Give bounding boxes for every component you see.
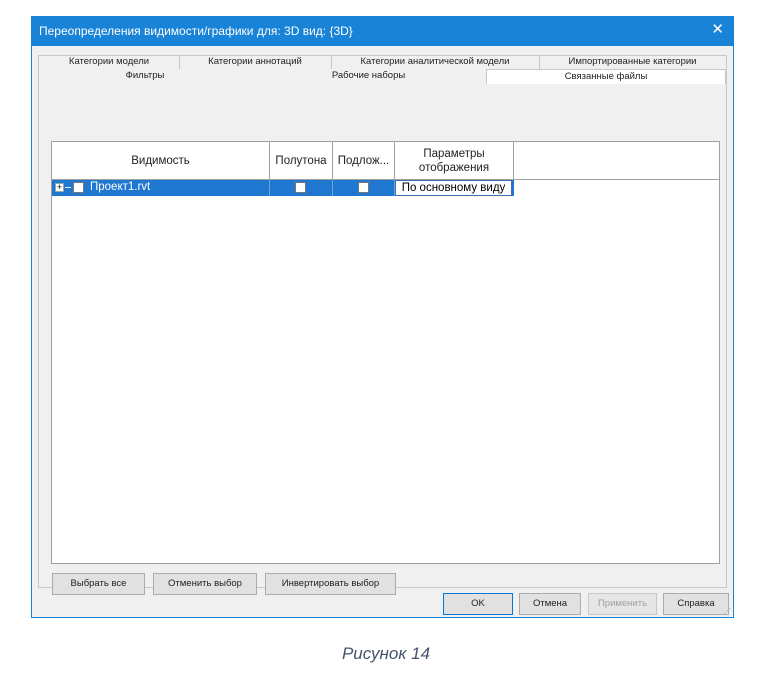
linked-file-name: Проект1.rvt: [90, 181, 151, 193]
tab-worksets[interactable]: Рабочие наборы: [251, 69, 486, 83]
help-button[interactable]: Справка: [663, 593, 729, 615]
deselect-button[interactable]: Отменить выбор: [153, 573, 257, 595]
underlay-checkbox[interactable]: [358, 182, 369, 193]
column-header-underlay[interactable]: Подлож...: [333, 142, 395, 179]
tab-analytical-model-categories[interactable]: Категории аналитической модели: [331, 55, 539, 69]
visibility-cell: + Проект1.rvt: [52, 180, 270, 196]
halftone-cell: [270, 180, 333, 196]
select-all-button[interactable]: Выбрать все: [52, 573, 145, 595]
apply-button[interactable]: Применить: [588, 593, 657, 615]
grid-header: Видимость Полутона Подлож... Параметры о…: [52, 142, 719, 180]
underlay-cell: [333, 180, 395, 196]
table-row[interactable]: + Проект1.rvt По основному виду: [52, 180, 514, 196]
tab-model-categories[interactable]: Категории модели: [39, 55, 179, 69]
visibility-graphics-dialog: Переопределения видимости/графики для: 3…: [31, 16, 734, 618]
cancel-button[interactable]: Отмена: [519, 593, 581, 615]
ok-button[interactable]: OK: [443, 593, 513, 615]
tree-connector: [65, 187, 71, 188]
tab-linked-files[interactable]: Связанные файлы: [486, 69, 726, 85]
halftone-checkbox[interactable]: [295, 182, 306, 193]
linked-files-grid: Видимость Полутона Подлож... Параметры о…: [51, 141, 720, 564]
figure-caption: Рисунок 14: [341, 644, 431, 663]
column-header-display-settings[interactable]: Параметры отображения: [395, 142, 514, 179]
tab-annotation-categories[interactable]: Категории аннотаций: [179, 55, 331, 69]
column-header-visibility[interactable]: Видимость: [52, 142, 270, 179]
dialog-title: Переопределения видимости/графики для: 3…: [39, 24, 353, 38]
expand-plus-icon[interactable]: +: [55, 183, 64, 192]
tab-control: Категории модели Категории аннотаций Кат…: [38, 55, 727, 595]
close-icon[interactable]: ✕: [711, 22, 724, 38]
display-settings-button[interactable]: По основному виду: [395, 180, 512, 196]
tab-imported-categories[interactable]: Импортированные категории: [539, 55, 726, 69]
invert-selection-button[interactable]: Инвертировать выбор: [265, 573, 396, 595]
resize-grip-icon[interactable]: ⋰: [724, 608, 732, 616]
tab-content: Видимость Полутона Подлож... Параметры о…: [39, 84, 726, 595]
visibility-checkbox[interactable]: [73, 182, 84, 193]
title-bar[interactable]: Переопределения видимости/графики для: 3…: [32, 17, 733, 46]
tab-filters[interactable]: Фильтры: [39, 69, 251, 83]
column-header-halftone[interactable]: Полутона: [270, 142, 333, 179]
